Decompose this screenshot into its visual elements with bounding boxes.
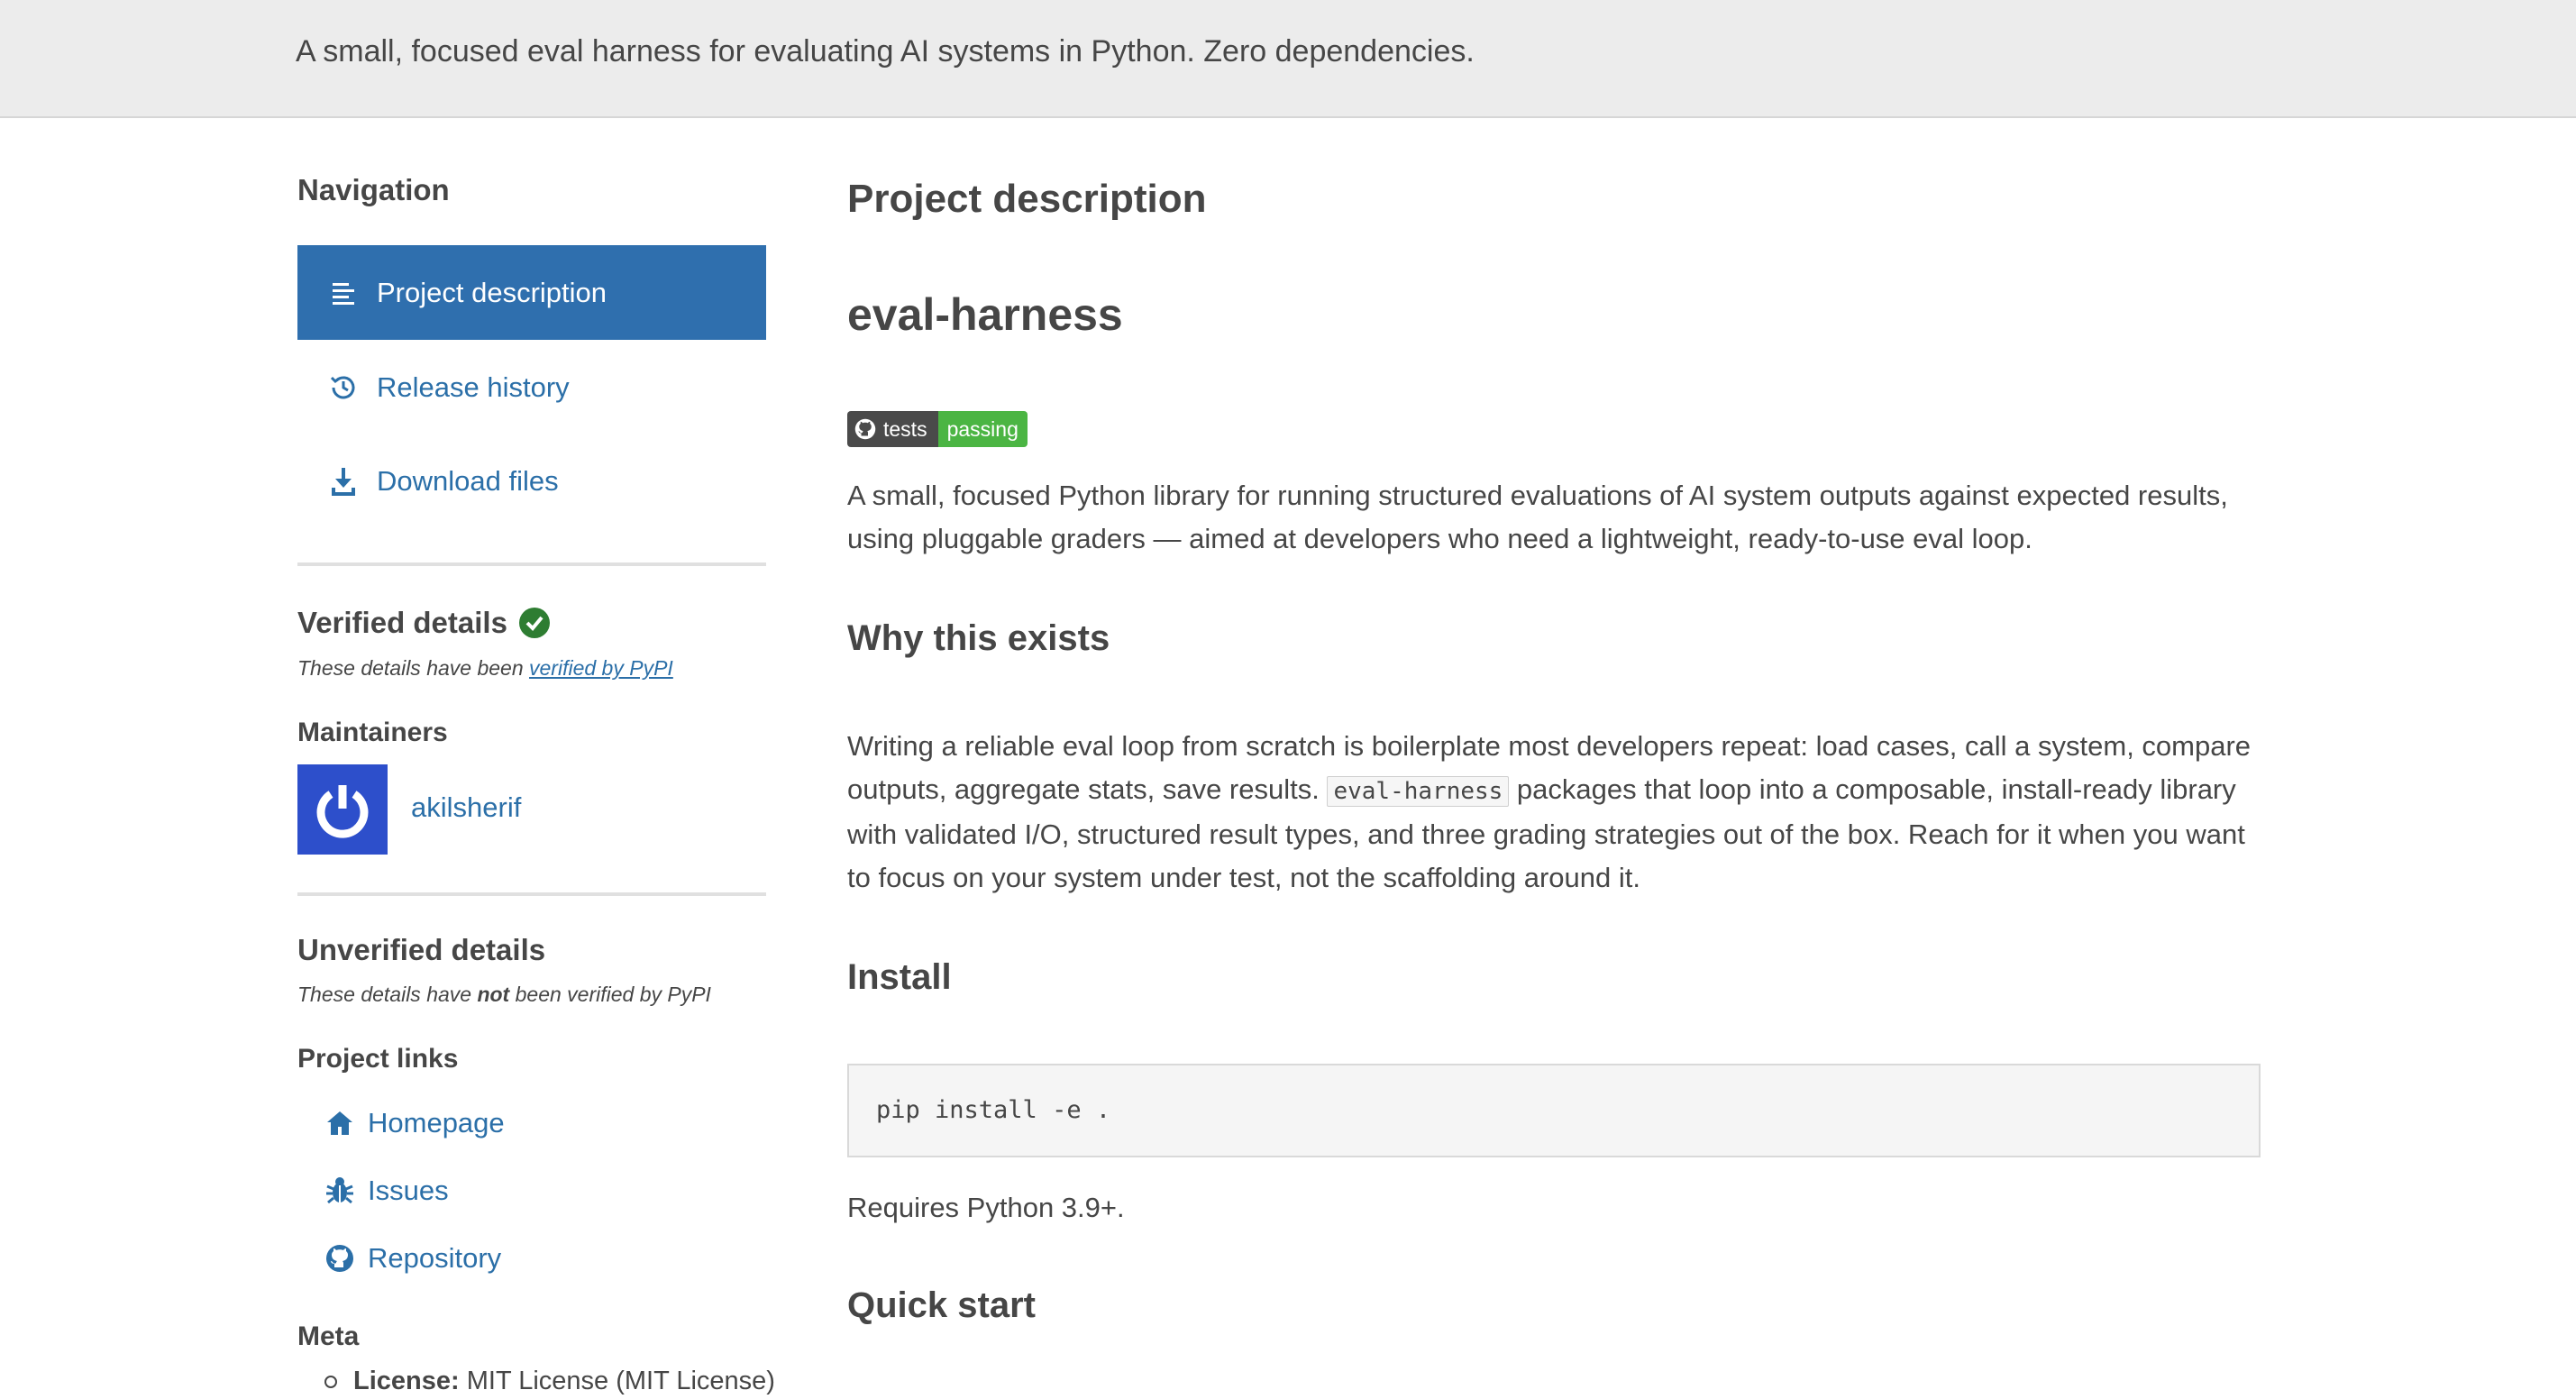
- homepage-label: Homepage: [368, 1107, 505, 1138]
- inline-code: eval-harness: [1327, 776, 1510, 807]
- section-title: Project description: [847, 177, 1207, 221]
- license-meta: License: MIT License (MIT License): [324, 1367, 775, 1396]
- quickstart-heading: Quick start: [847, 1285, 1036, 1325]
- history-icon: [328, 372, 359, 403]
- list-bullet: [324, 1376, 337, 1389]
- repository-label: Repository: [368, 1242, 502, 1274]
- badge-left-text: tests: [883, 416, 927, 441]
- bug-icon: [324, 1175, 355, 1206]
- avatar[interactable]: [297, 764, 388, 855]
- unverified-note-prefix: These details have: [297, 983, 478, 1006]
- why-paragraph: Writing a reliable eval loop from scratc…: [847, 725, 2262, 900]
- download-icon: [328, 466, 359, 497]
- repository-link[interactable]: Repository: [324, 1242, 501, 1275]
- nav-release-history[interactable]: Release history: [297, 340, 766, 434]
- nav-label: Download files: [377, 464, 559, 497]
- unverified-note-bold: not: [477, 983, 510, 1006]
- project-summary-banner: A small, focused eval harness for evalua…: [0, 0, 2576, 118]
- badge-right: passing: [937, 411, 1028, 447]
- verified-note-text: These details have been: [297, 656, 530, 680]
- maintainer-link[interactable]: akilsherif: [411, 791, 521, 824]
- project-links-heading: Project links: [297, 1044, 459, 1074]
- intro-paragraph: A small, focused Python library for runn…: [847, 480, 2228, 554]
- list-icon: [328, 278, 359, 308]
- home-icon: [324, 1108, 355, 1138]
- install-code-block[interactable]: pip install -e .: [847, 1064, 2261, 1157]
- homepage-link[interactable]: Homepage: [324, 1107, 505, 1139]
- badge-left: tests: [847, 411, 938, 447]
- tests-passing-badge[interactable]: tests passing: [847, 411, 1028, 447]
- requires-text: Requires Python 3.9+.: [847, 1192, 1125, 1223]
- license-value: MIT License (MIT License): [466, 1367, 775, 1395]
- unverified-details-heading: Unverified details: [297, 933, 546, 966]
- nav-project-description[interactable]: Project description: [297, 245, 766, 340]
- github-icon: [854, 418, 876, 440]
- nav-download-files[interactable]: Download files: [297, 434, 766, 528]
- sidebar-divider: [297, 562, 766, 566]
- sidebar-divider: [297, 892, 766, 896]
- verified-heading-text: Verified details: [297, 606, 507, 639]
- verified-check-icon: [518, 607, 551, 639]
- navigation-heading: Navigation: [297, 173, 450, 206]
- install-heading: Install: [847, 957, 952, 997]
- verified-details-heading: Verified details: [297, 606, 551, 640]
- maintainers-heading: Maintainers: [297, 718, 448, 747]
- issues-label: Issues: [368, 1175, 449, 1206]
- unverified-note: These details have not been verified by …: [297, 983, 711, 1007]
- verified-note: These details have been verified by PyPI: [297, 656, 673, 681]
- nav-label: Release history: [377, 370, 570, 403]
- issues-link[interactable]: Issues: [324, 1175, 449, 1207]
- unverified-note-suffix: been verified by PyPI: [509, 983, 711, 1006]
- github-icon: [324, 1243, 355, 1274]
- meta-heading: Meta: [297, 1321, 360, 1351]
- package-name: eval-harness: [847, 289, 1123, 340]
- nav-label: Project description: [377, 276, 607, 308]
- project-summary: A small, focused eval harness for evalua…: [296, 34, 1475, 69]
- verified-by-pypi-link[interactable]: verified by PyPI: [529, 656, 673, 680]
- license-label: License:: [353, 1367, 460, 1395]
- why-heading: Why this exists: [847, 618, 1110, 658]
